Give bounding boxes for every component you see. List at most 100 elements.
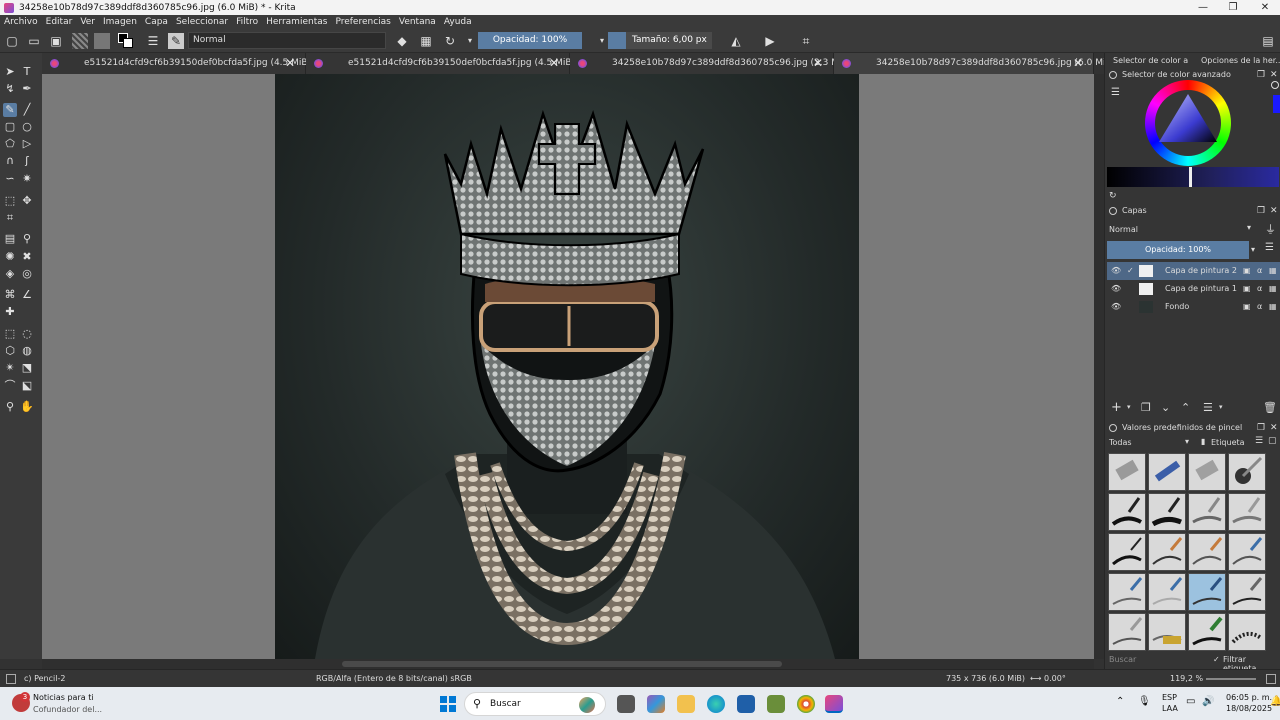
inherit-alpha-icon[interactable]: ▦ [1269,298,1277,316]
close-tab-icon[interactable]: ✕ [1073,53,1083,74]
layers-blend-select[interactable]: Normal [1109,223,1255,237]
select-shape-icon[interactable]: ➤ [3,65,17,79]
brush-preset[interactable] [1148,453,1186,491]
reference-tool-icon[interactable]: ✚ [3,305,17,319]
clock-time[interactable]: 06:05 p. m. [1226,693,1272,702]
store-icon[interactable] [737,695,755,713]
brush-tag-label[interactable]: Etiqueta [1211,437,1245,449]
ellipse-tool-icon[interactable]: ○ [20,120,34,134]
fill-tool-icon[interactable]: ◈ [3,267,17,281]
brush-settings-icon[interactable]: ☰ [145,33,161,49]
brush-preset[interactable] [1148,493,1186,531]
layer-menu-icon[interactable]: ☰ [1265,242,1274,253]
tab-document-3[interactable]: 34258e10b78d97c389ddf8d360785c96.jpg (2.… [570,53,859,74]
reload-preset-icon[interactable]: ↻ [442,33,458,49]
float-docker-icon[interactable]: ❐ [1257,68,1265,82]
float-docker-icon[interactable]: ❐ [1257,204,1265,218]
wrap-around-icon[interactable]: ⌗ [798,33,814,49]
notification-bell-icon[interactable]: 🔔 [1270,696,1280,707]
brush-preset[interactable] [1228,613,1266,651]
tab-tool-options[interactable]: Opciones de la her... [1201,53,1280,69]
line-tool-icon[interactable]: ╱ [20,103,34,117]
close-docker-icon[interactable]: ✕ [1270,204,1278,218]
polygon-tool-icon[interactable]: ⬠ [3,137,17,151]
filter-tag-checkbox[interactable]: ✓ [1213,655,1220,664]
blend-mode-select[interactable]: Normal [188,32,386,49]
check-icon[interactable]: ✓ [1127,262,1134,280]
menu-capa[interactable]: Capa [145,17,168,27]
magnetic-select-icon[interactable]: ⬕ [20,379,34,393]
multibrush-icon[interactable]: ✷ [20,172,34,186]
brush-preset[interactable] [1228,573,1266,611]
preserve-alpha-icon[interactable]: ▦ [418,33,434,49]
close-tab-icon[interactable]: ✕ [285,53,295,74]
copilot-icon[interactable] [647,695,665,713]
tab-document-4-active[interactable]: 34258e10b78d97c389ddf8d360785c96.jpg (6.… [834,53,1123,74]
menu-imagen[interactable]: Imagen [103,17,137,27]
layer-row[interactable]: 👁 Fondo ▣ α ▦ [1107,298,1280,316]
workspace-icon[interactable]: ▤ [1260,33,1276,49]
brush-preset-icon[interactable]: ✎ [168,33,184,49]
alpha-icon[interactable]: α [1257,298,1262,316]
close-button[interactable]: ✕ [1250,0,1280,15]
minecraft-icon[interactable] [767,695,785,713]
float-docker-icon[interactable]: ❐ [1257,421,1265,435]
tab-document-1[interactable]: e51521d4cfd9cf6b39150def0bcfda5f.jpg (4.… [42,53,318,74]
close-tab-icon[interactable]: ✕ [813,53,823,74]
color-shade-strip[interactable] [1107,167,1279,187]
lock-icon[interactable] [1109,424,1117,432]
gradient-tool-icon[interactable]: ▤ [3,232,17,246]
preset-options-icon[interactable]: ▢ [1268,436,1277,446]
fullscreen-icon[interactable] [1266,674,1276,684]
crop-tool-icon[interactable]: ⌗ [3,211,17,225]
lock-icon[interactable]: ▣ [1243,262,1251,280]
tab-color-selector[interactable]: Selector de color a... [1113,53,1189,69]
size-slider[interactable]: Tamaño: 6,00 px [608,32,712,49]
polyline-tool-icon[interactable]: ▷ [20,137,34,151]
lock-icon[interactable] [1109,207,1117,215]
pan-tool-icon[interactable]: ✋ [20,400,34,414]
rotation-label[interactable]: 0.00° [1044,670,1066,688]
menu-preferencias[interactable]: Preferencias [335,17,390,27]
tray-chevron-up-icon[interactable]: ⌃ [1116,696,1124,707]
brush-preset[interactable] [1108,533,1146,571]
chevron-down-icon[interactable]: ▾ [462,33,478,49]
chevron-down-icon[interactable]: ▾ [1219,403,1223,411]
add-layer-icon[interactable]: + [1111,400,1122,415]
calligraphy-icon[interactable]: ✒ [20,82,34,96]
color-picker-icon[interactable]: ⚲ [20,232,34,246]
refresh-icon[interactable]: ↻ [1109,191,1117,201]
brush-preset[interactable] [1228,493,1266,531]
language-code[interactable]: ESP [1162,693,1177,702]
eye-icon[interactable]: 👁 [1111,280,1121,298]
menu-filtro[interactable]: Filtro [236,17,258,27]
freehand-brush-icon[interactable]: ✎ [3,103,17,117]
task-view-icon[interactable] [617,695,635,713]
mirror-horizontal-icon[interactable]: ◭ [728,33,744,49]
eraser-mode-icon[interactable]: ◆ [394,33,410,49]
gradient-swatch-icon[interactable] [94,33,110,49]
chevron-down-icon[interactable]: ▾ [1247,223,1251,232]
rectangle-tool-icon[interactable]: ▢ [3,120,17,134]
brush-preset-selected[interactable] [1188,573,1226,611]
maximize-button[interactable]: ❐ [1218,0,1248,15]
menu-archivo[interactable]: Archivo [4,17,38,27]
smart-patch-icon[interactable]: ✖ [20,250,34,264]
assistant-tool-icon[interactable]: ⌘ [3,288,17,302]
minimize-button[interactable]: — [1188,0,1218,15]
brush-preset[interactable] [1188,453,1226,491]
move-layer-up-icon[interactable]: ⌃ [1181,401,1190,414]
canvas-artwork[interactable] [275,74,859,659]
clock-date[interactable]: 18/08/2025 [1226,704,1272,713]
color-history-icon[interactable] [1271,81,1279,89]
lock-icon[interactable]: ▣ [1243,280,1251,298]
delete-layer-icon[interactable]: 🗑 [1263,401,1277,414]
layer-properties-icon[interactable]: ☰ [1203,401,1213,414]
chrome-icon[interactable] [797,695,815,713]
volume-icon[interactable]: 🔊 [1202,696,1214,707]
vertical-scrollbar[interactable] [1094,74,1104,659]
view-mode-icon[interactable]: ☰ [1255,436,1263,446]
freehand-select-icon[interactable]: ◍ [20,344,34,358]
layer-row[interactable]: 👁 ✓ Capa de pintura 2 ▣ α ▦ [1107,262,1280,280]
brush-preset[interactable] [1108,453,1146,491]
